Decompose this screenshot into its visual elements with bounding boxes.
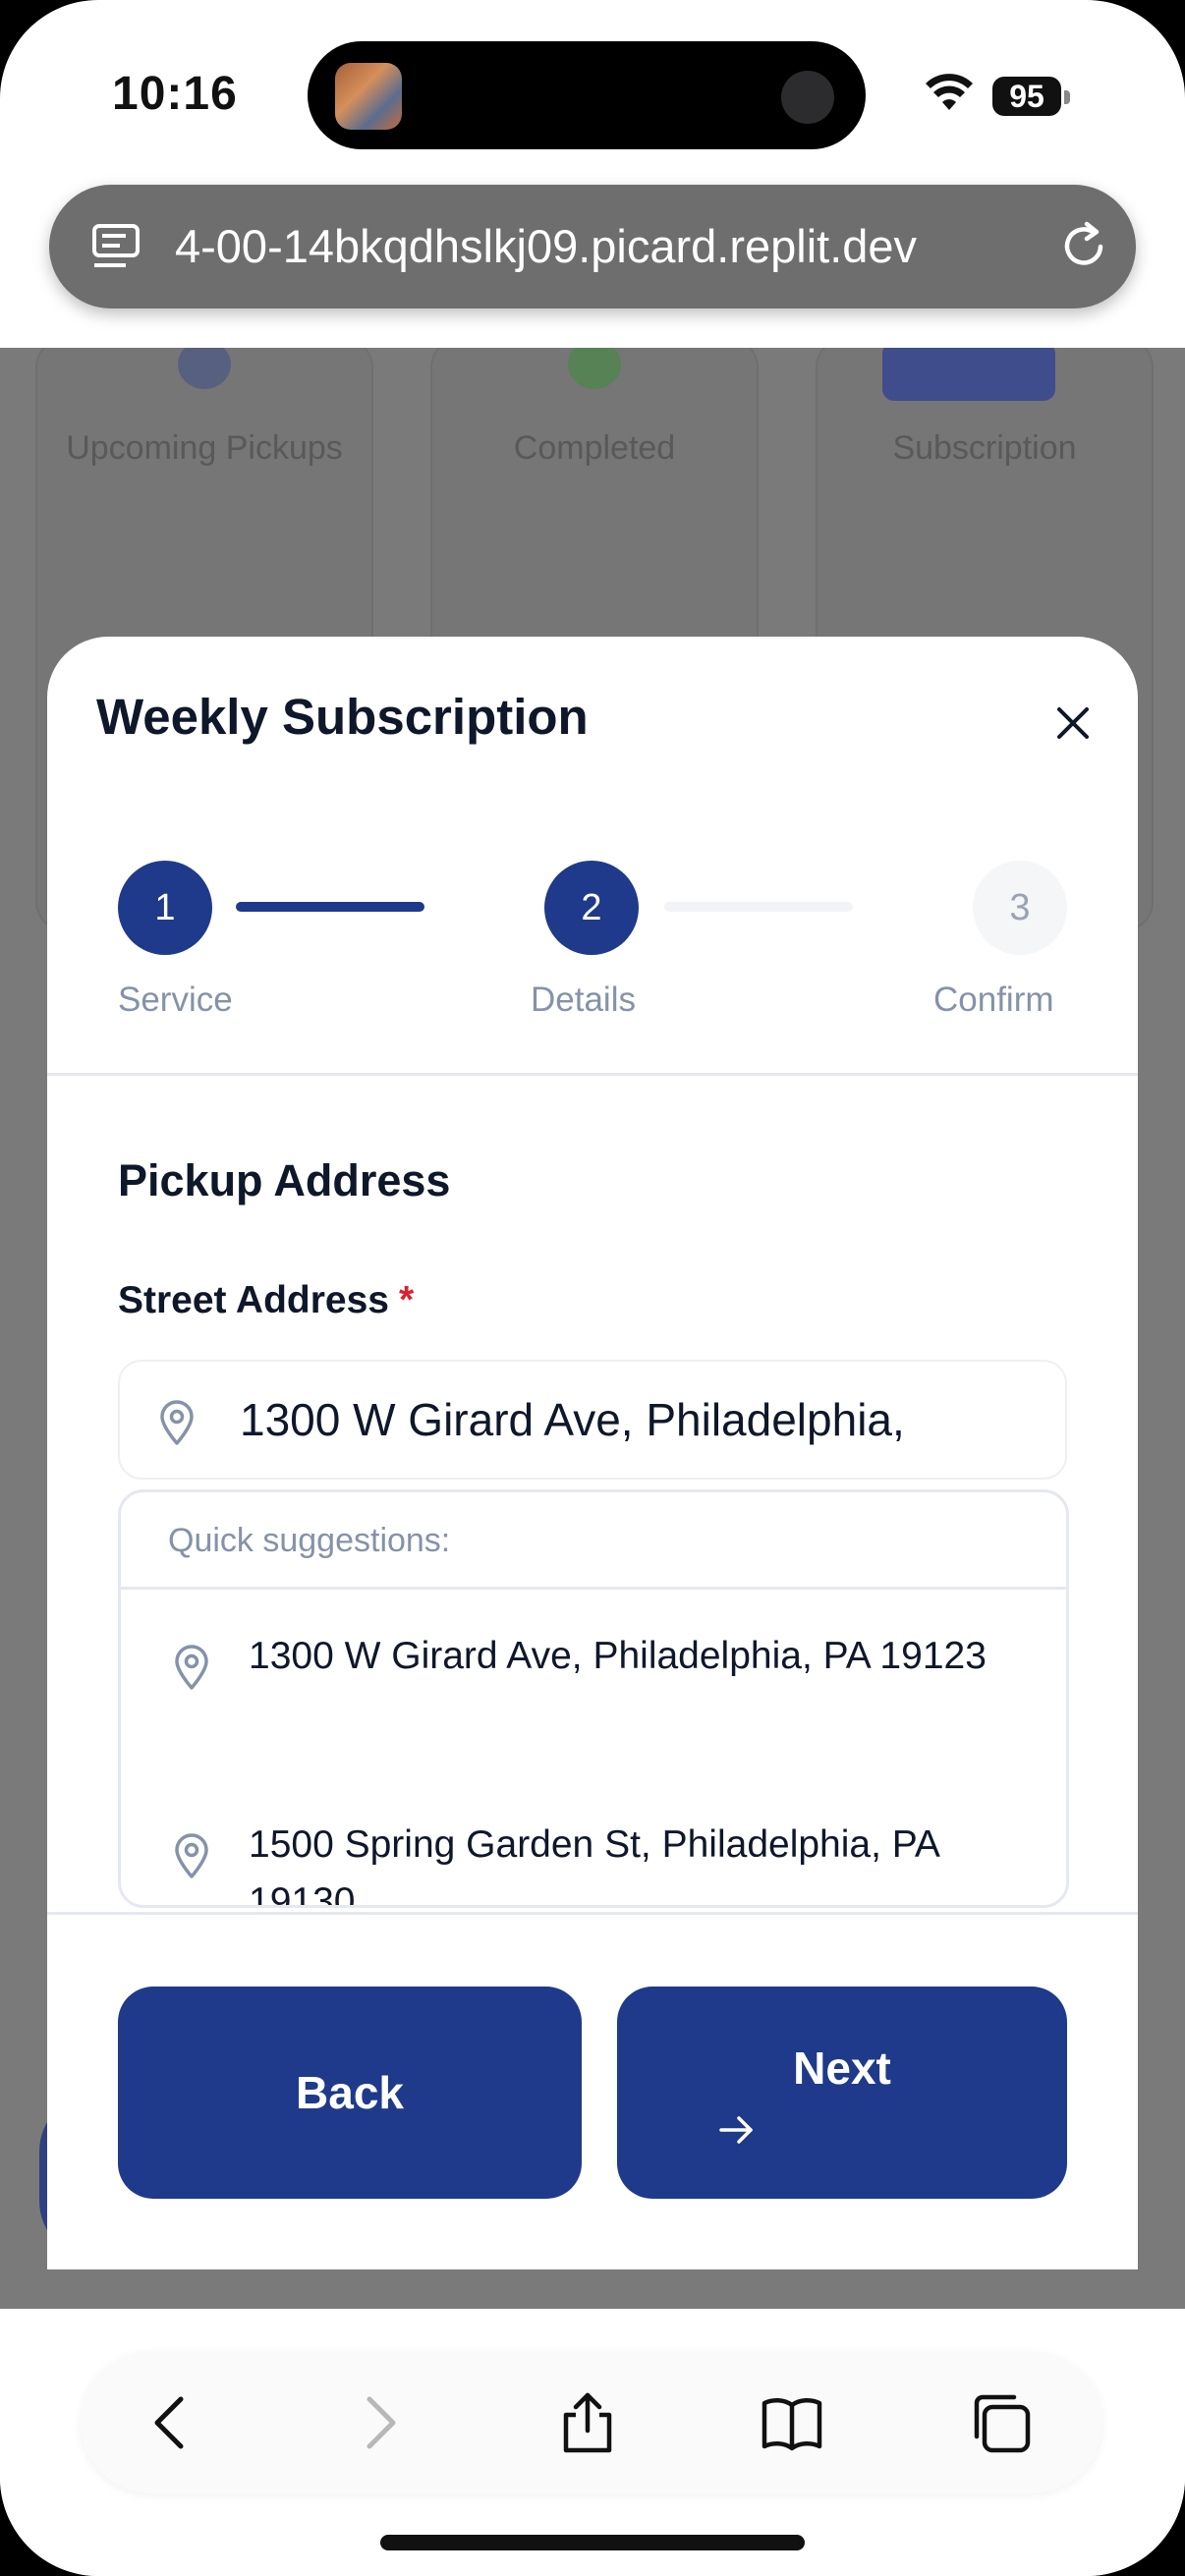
suggestions-divider [121,1587,1066,1590]
forward-icon[interactable] [346,2391,409,2454]
calendar-icon [178,348,231,389]
bg-card-label: Completed [513,429,676,467]
home-indicator[interactable] [380,2535,805,2550]
close-icon[interactable] [1053,703,1093,743]
reader-icon[interactable] [90,222,141,271]
bg-card-label: Subscription [892,429,1077,467]
arrow-right-icon [719,2116,753,2144]
suggestion-item[interactable]: 1300 W Girard Ave, Philadelphia, PA 1912… [121,1628,1066,1756]
back-icon[interactable] [141,2391,204,2454]
street-address-input[interactable]: 1300 W Girard Ave, Philadelphia, [118,1360,1067,1480]
tabs-icon[interactable] [969,2391,1032,2454]
step-2-circle: 2 [544,861,639,955]
suggestion-item[interactable]: 1500 Spring Garden St, Philadelphia, PA … [121,1817,1066,1905]
share-icon[interactable] [556,2391,619,2454]
camera-icon [781,71,834,124]
step-3-circle: 3 [973,861,1067,955]
battery-icon: 95 [992,77,1061,116]
subscription-modal: Weekly Subscription 1 2 3 Service Detail… [47,637,1138,2269]
status-time: 10:16 [112,68,238,120]
street-address-label-text: Street Address [118,1279,389,1321]
step-3-label: Confirm [933,980,1054,1019]
suggestions-header: Quick suggestions: [168,1522,451,1559]
street-address-value[interactable]: 1300 W Girard Ave, Philadelphia, [240,1362,1045,1478]
step-connector-1 [236,902,424,912]
phone-screen: 10:16 95 4-00-14bkqdhslkj09.picard.repli… [0,0,1185,2576]
back-button-label: Back [296,2067,404,2118]
step-1-circle: 1 [118,861,212,955]
location-pin-icon [175,1833,208,1878]
battery-tip [1064,90,1070,104]
bookmarks-icon[interactable] [761,2391,823,2454]
back-button[interactable]: Back [118,1987,582,2199]
street-address-label: Street Address * [118,1279,414,1322]
step-connector-2 [664,902,853,912]
wifi-icon [926,74,973,110]
reload-icon[interactable] [1057,220,1110,273]
bg-status-badge [882,348,1055,401]
footer-divider [47,1912,1138,1915]
url-text[interactable]: 4-00-14bkqdhslkj09.picard.replit.dev [175,214,1089,279]
browser-toolbar [81,2352,1102,2493]
step-2-label: Details [531,980,636,1019]
bg-card-label: Upcoming Pickups [66,429,343,467]
check-icon [568,348,621,389]
header-divider [47,1073,1138,1076]
step-1-label: Service [118,980,233,1019]
next-button-label: Next [793,2043,891,2094]
location-pin-icon [175,1645,208,1690]
next-button[interactable]: Next [617,1987,1067,2199]
address-suggestions-dropdown: Quick suggestions: 1300 W Girard Ave, Ph… [118,1489,1069,1908]
section-title: Pickup Address [118,1155,451,1205]
dynamic-island [308,41,866,149]
address-bar[interactable]: 4-00-14bkqdhslkj09.picard.replit.dev [49,185,1136,308]
live-activity-app-icon [335,63,402,130]
modal-title: Weekly Subscription [96,689,589,745]
suggestion-text[interactable]: 1500 Spring Garden St, Philadelphia, PA … [249,1817,1025,1905]
required-marker: * [399,1279,415,1321]
location-pin-icon [160,1400,194,1445]
suggestion-text[interactable]: 1300 W Girard Ave, Philadelphia, PA 1912… [249,1628,1025,1685]
